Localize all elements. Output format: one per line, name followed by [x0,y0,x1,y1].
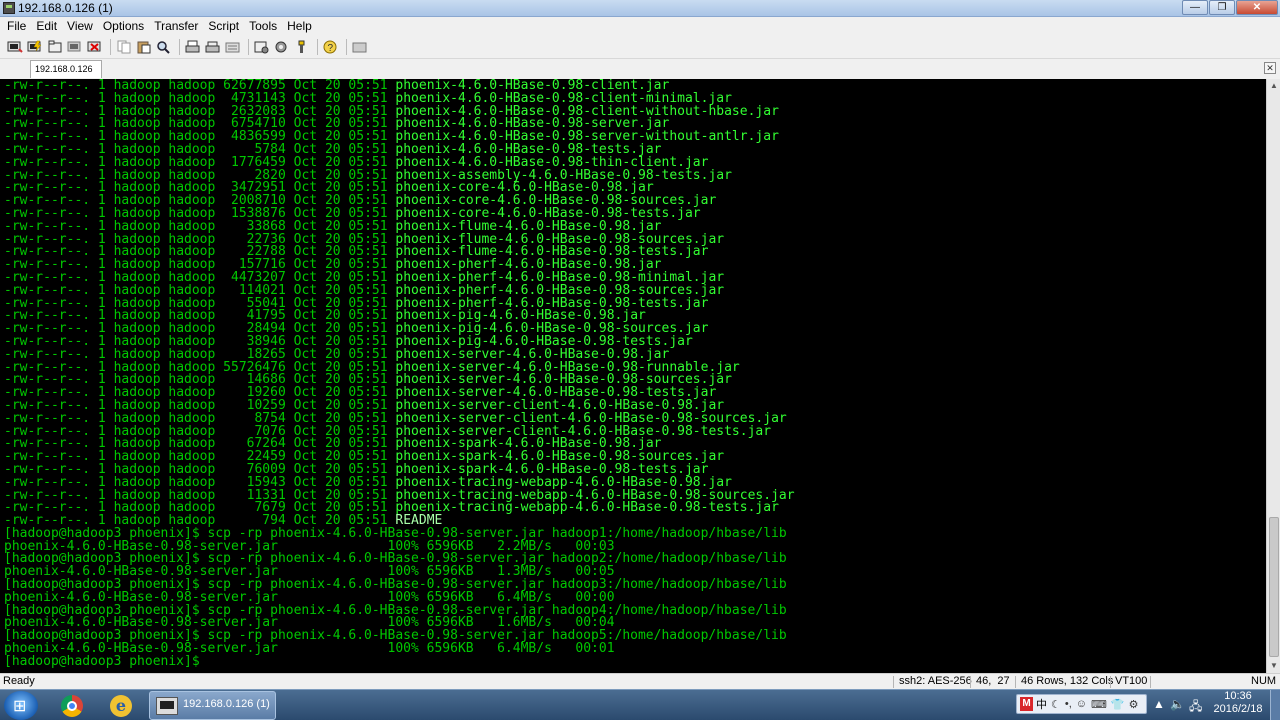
taskbar-clock[interactable]: 10:36 2016/2/18 [1208,690,1268,716]
session-tab-bar: 192.168.0.126 (1) ✕ [0,59,1280,91]
menu-transfer[interactable]: Transfer [149,18,203,34]
status-separator [970,676,971,688]
status-numlock: NUM [1251,675,1277,687]
status-separator [1150,676,1151,688]
terminal-screen[interactable]: -rw-r--r--. 1 hadoop hadoop 62677895 Oct… [0,79,1266,673]
file-name: phoenix-tracing-webapp-4.6.0-HBase-0.98-… [395,500,779,516]
paste-icon[interactable] [135,38,153,56]
toolbar-separator [317,38,318,55]
status-terminal-type: VT100 [1115,675,1148,687]
status-ready: Ready [3,675,35,687]
disconnect-icon[interactable] [86,38,104,56]
ime-toolbar[interactable]: M 中 ☾ •, ☺ ⌨ 👕 ⚙ [1016,694,1147,714]
status-separator [1015,676,1016,688]
keyboard-icon[interactable] [351,38,369,56]
transfer-percent: 100% [387,641,419,657]
global-options-icon[interactable] [273,38,291,56]
scroll-down-icon[interactable]: ▼ [1269,661,1279,671]
ime-moon-icon[interactable]: ☾ [1051,698,1061,711]
print-setup-icon[interactable] [204,38,222,56]
chrome-icon[interactable] [54,692,90,719]
shell-prompt: [hadoop@hadoop3 phoenix]$ [4,653,200,669]
status-terminal-size: 46 Rows, 132 Cols [1021,675,1114,687]
status-encryption: ssh2: AES-256 [899,675,972,687]
menu-view[interactable]: View [62,18,98,34]
session-options-icon[interactable] [253,38,271,56]
ime-settings-icon[interactable]: ⚙ [1129,698,1139,711]
quick-connect-icon[interactable] [26,38,44,56]
terminal-output: -rw-r--r--. 1 hadoop hadoop 62677895 Oct… [4,79,795,669]
menu-file[interactable]: File [2,18,31,34]
menu-options[interactable]: Options [98,18,149,34]
internet-explorer-icon[interactable]: e [102,692,138,719]
copy-icon[interactable] [115,38,133,56]
menu-tools[interactable]: Tools [244,18,282,34]
session-tab[interactable]: 192.168.0.126 (1) [30,60,102,91]
show-desktop-button[interactable] [1270,690,1280,720]
transfer-eta: 00:01 [575,641,615,657]
ime-punctuation-icon[interactable]: •, [1065,698,1072,710]
clock-time: 10:36 [1224,690,1252,702]
terminal-scrollbar[interactable]: ▲ ▼ [1266,79,1280,673]
toolbar-separator [248,38,249,55]
toolbar-separator [346,38,347,55]
scrollbar-thumb[interactable] [1269,517,1279,657]
window-controls: — ❐ ✕ [1181,0,1278,15]
scroll-up-icon[interactable]: ▲ [1269,81,1279,91]
menu-bar: File Edit View Options Transfer Script T… [0,17,1280,35]
toolbar-separator [179,38,180,55]
print-icon[interactable] [184,38,202,56]
start-button[interactable] [4,691,38,720]
securecrt-icon [156,697,178,715]
menu-script[interactable]: Script [203,18,244,34]
tray-expand-icon[interactable]: ▲ [1153,697,1165,711]
keymap-icon[interactable] [293,38,311,56]
toolbar-separator [110,38,111,55]
window-title: 192.168.0.126 (1) [18,1,113,15]
taskbar-securecrt-button[interactable]: 192.168.0.126 (1) [149,691,276,720]
help-icon[interactable]: ? [322,38,340,56]
ime-emoji-icon[interactable]: ☺ [1076,698,1087,710]
terminal-cursor [200,654,208,669]
transfer-size: 6596KB [426,641,474,657]
ime-language[interactable]: 中 [1036,696,1047,712]
tab-close-icon[interactable]: ✕ [1264,62,1276,74]
title-bar: 192.168.0.126 (1) — ❐ ✕ [0,0,1280,17]
menu-help[interactable]: Help [282,18,317,34]
taskbar-task-label: 192.168.0.126 (1) [183,698,270,710]
menu-edit[interactable]: Edit [31,18,62,34]
volume-icon[interactable]: 🔈 [1170,697,1185,711]
sftp-icon[interactable] [224,38,242,56]
ime-skin-icon[interactable]: 👕 [1111,698,1125,711]
reconnect-icon[interactable] [66,38,84,56]
toolbar: ? [0,35,1280,59]
securecrt-app-icon[interactable] [3,2,15,14]
status-separator [893,676,894,688]
clock-date: 2016/2/18 [1213,703,1263,715]
svg-text:?: ? [328,43,334,54]
find-icon[interactable] [155,38,173,56]
close-button[interactable]: ✕ [1236,0,1278,15]
ime-logo-icon: M [1020,697,1033,711]
maximize-button[interactable]: ❐ [1209,0,1235,15]
status-separator [1110,676,1111,688]
connect-in-tab-icon[interactable] [46,38,64,56]
status-cursor-position: 46, 27 [976,675,1010,687]
status-bar: Ready ssh2: AES-256 46, 27 46 Rows, 132 … [0,673,1280,689]
connect-icon[interactable] [6,38,24,56]
transfer-rate: 6.4MB/s [497,641,552,657]
ime-keyboard-icon[interactable]: ⌨ [1091,698,1107,711]
minimize-button[interactable]: — [1182,0,1208,15]
terminal-prompt-line: [hadoop@hadoop3 phoenix]$ [4,653,795,669]
network-icon[interactable]: 🖧 [1189,697,1202,718]
